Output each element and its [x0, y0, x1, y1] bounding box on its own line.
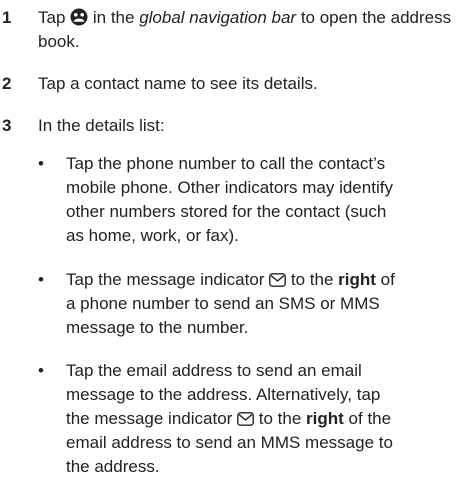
step-text: Tap a contact name to see its details. [38, 74, 318, 93]
bullet-dot: • [38, 154, 44, 173]
step-number: 3 [2, 116, 12, 135]
message-envelope-icon [269, 270, 287, 287]
bullet-text: Tap the message indicator to the right o… [66, 270, 395, 337]
bullet-text: Tap the email address to send an email m… [66, 361, 393, 476]
message-envelope-icon [237, 409, 254, 426]
instruction-page: 1 Tap in the global navigation bar to op… [0, 0, 460, 488]
step-text: Tap in the global navigation bar to open… [38, 8, 452, 51]
bullet-text: Tap the phone number to call the contact… [66, 154, 393, 245]
step-number: 2 [2, 74, 12, 93]
contacts-icon [70, 8, 88, 26]
step-number: 1 [2, 8, 12, 27]
step-text: In the details list: [38, 116, 165, 135]
bullet-dot: • [38, 361, 44, 380]
bullet-dot: • [38, 270, 44, 289]
